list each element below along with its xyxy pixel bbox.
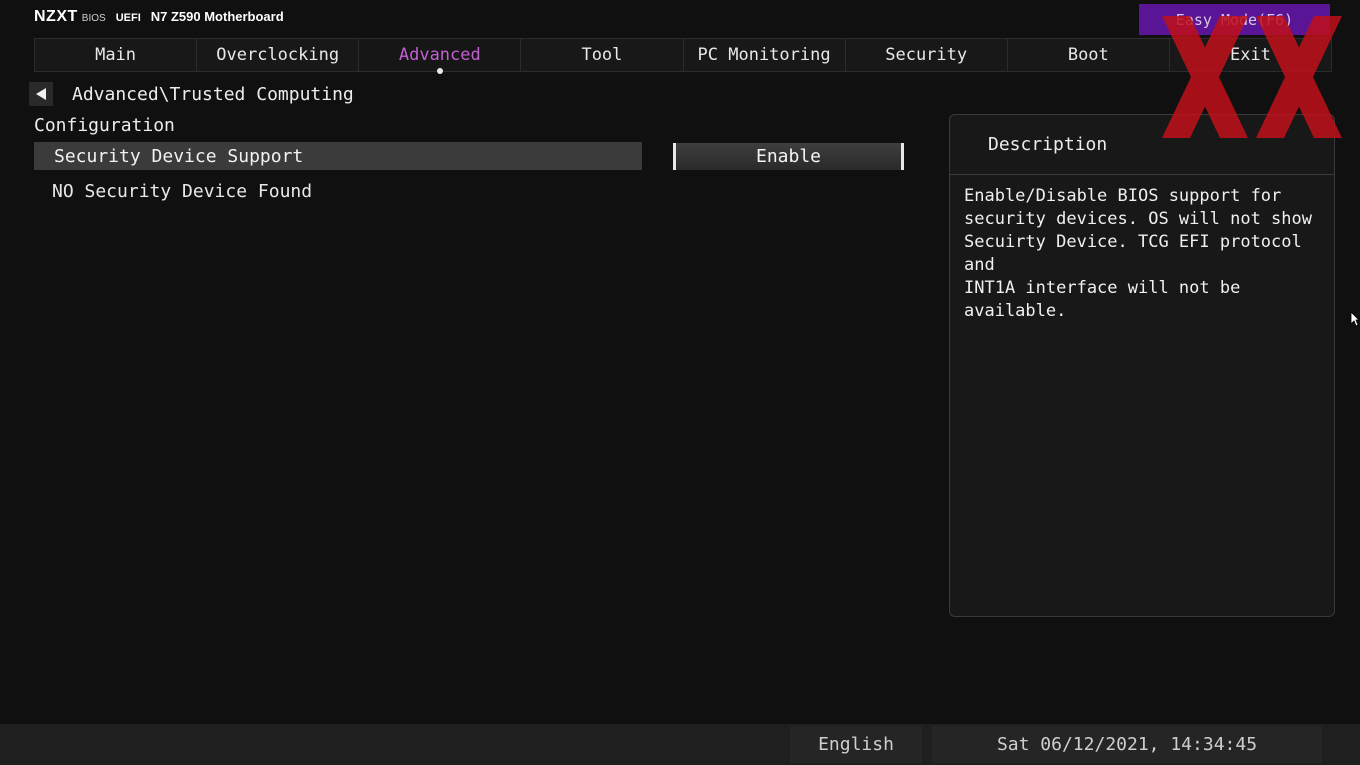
- tab-exit[interactable]: Exit: [1169, 39, 1331, 71]
- back-arrow-icon: [36, 88, 46, 100]
- bios-label: BIOS: [81, 13, 106, 24]
- tab-pc-monitoring[interactable]: PC Monitoring: [683, 39, 846, 71]
- setting-value-selector[interactable]: Enable: [673, 143, 904, 170]
- tab-overclocking[interactable]: Overclocking: [197, 39, 360, 71]
- tab-tool[interactable]: Tool: [521, 39, 684, 71]
- tab-main[interactable]: Main: [35, 39, 198, 71]
- setting-row-security-device-support[interactable]: Security Device Support: [34, 142, 642, 170]
- description-panel: Description Enable/Disable BIOS support …: [949, 114, 1335, 617]
- tab-security[interactable]: Security: [845, 39, 1008, 71]
- section-title-configuration: Configuration: [34, 115, 175, 136]
- system-datetime: Sat 06/12/2021, 14:34:45: [932, 726, 1322, 763]
- bios-brand: NZXT BIOS UEFI N7 Z590 Motherboard: [34, 8, 284, 28]
- setting-label: Security Device Support: [54, 145, 304, 167]
- mouse-cursor-icon: [1350, 311, 1360, 327]
- main-tab-bar: Main Overclocking Advanced Tool PC Monit…: [34, 38, 1332, 74]
- uefi-label: UEFI: [115, 12, 141, 24]
- language-selector[interactable]: English: [790, 726, 922, 763]
- description-text: Enable/Disable BIOS support for security…: [964, 186, 1312, 321]
- tab-boot[interactable]: Boot: [1007, 39, 1170, 71]
- breadcrumb: Advanced\Trusted Computing: [72, 84, 354, 105]
- security-device-status: NO Security Device Found: [52, 181, 313, 202]
- description-title: Description: [950, 115, 1334, 175]
- brand-logo: NZXT: [34, 8, 78, 25]
- tab-advanced[interactable]: Advanced: [359, 39, 522, 74]
- back-button[interactable]: [29, 82, 53, 106]
- motherboard-model: N7 Z590 Motherboard: [150, 9, 284, 24]
- easy-mode-button[interactable]: Easy Mode(F6): [1139, 4, 1330, 35]
